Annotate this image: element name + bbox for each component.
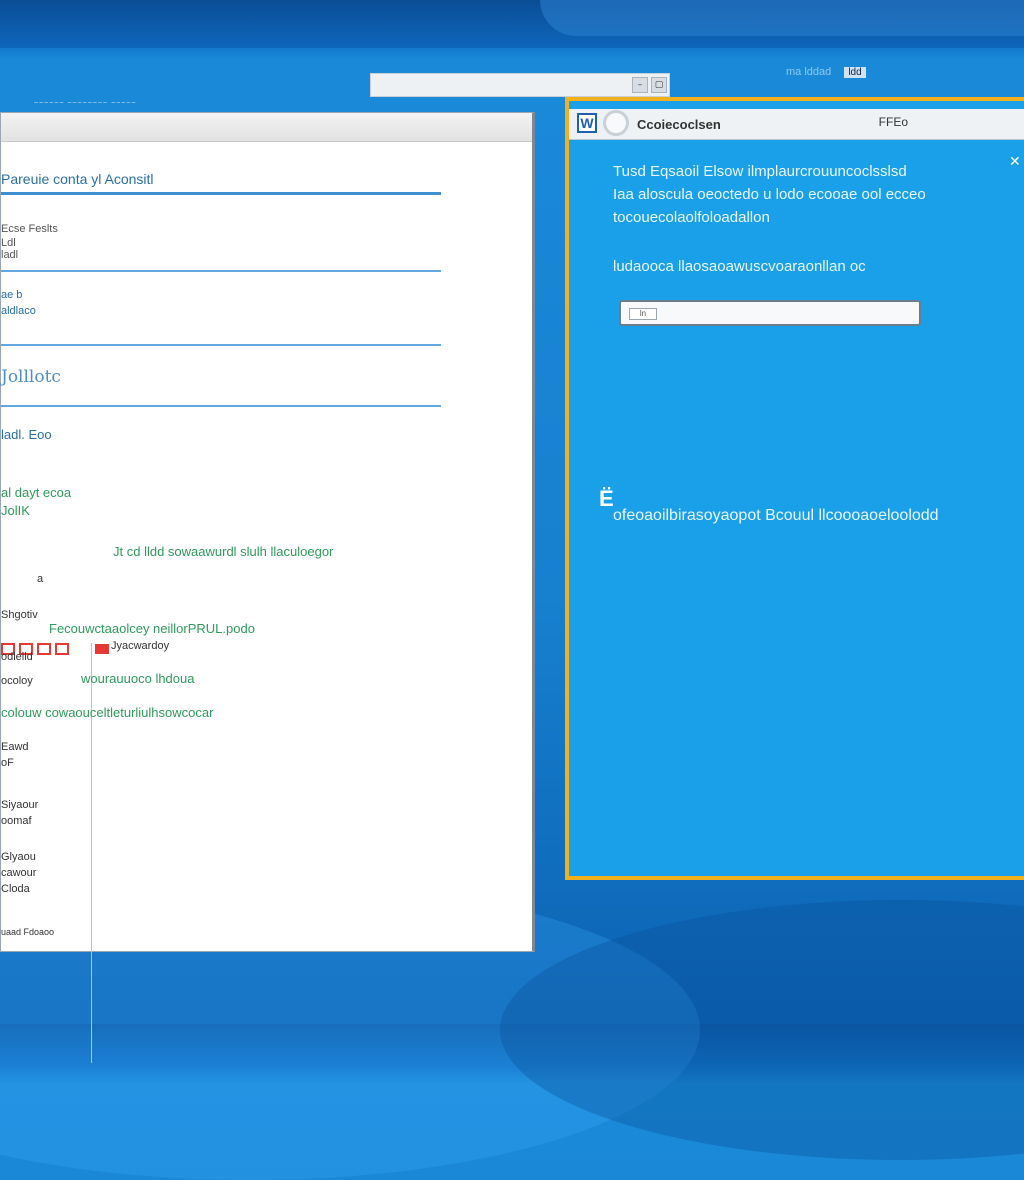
intro-text: Tusd Eqsaoil Elsow ilmplaurcrouuncoclssl… (613, 163, 907, 180)
field-label: ae b (1, 289, 23, 301)
intro-text: tocouecolaolfoloadallon (613, 209, 770, 226)
window-title: Ccoiecoclsen (637, 117, 721, 132)
active-tab-indicator (95, 644, 109, 654)
list-item-label: Shgotiv (1, 609, 38, 621)
left-document-window[interactable]: Pareuie conta yl Aconsitl Ecse Feslts Ld… (0, 112, 535, 1063)
footer-text: uaad Fdoaoo (1, 927, 55, 937)
app-icon: W (577, 113, 597, 133)
divider (1, 344, 441, 346)
divider (1, 405, 441, 407)
wallpaper-swoosh (540, 0, 1024, 36)
title-button[interactable]: FFEo (879, 115, 908, 129)
page-title: Pareuie conta yl Aconsitl (1, 171, 154, 187)
input-prompt: ludaooca llaosaoawuscvoaraonllan oc (613, 258, 866, 275)
list-item-label: oF (1, 757, 14, 769)
divider (1, 270, 441, 272)
input-icon: ln (629, 308, 657, 320)
sub-label: ladl. Eoo (1, 427, 52, 442)
close-icon[interactable]: ✕ (1009, 153, 1021, 170)
list-item[interactable]: colouw cowaouceltleturliulhsowcocar (1, 705, 213, 720)
list-item[interactable]: Fecouwctaaolcey neillorPRUL.podo (49, 621, 255, 636)
desktop-tiny-link[interactable]: ~~~~~~ ~~~~~~~~ ~~~~~ (34, 100, 137, 107)
action-link[interactable]: ofeoaoilbirasoyaopot Bcouul llcoooaoeloo… (613, 507, 939, 525)
list-item-label: Siyaour (1, 799, 39, 811)
field-value: ladl (1, 249, 19, 261)
list-item[interactable]: wourauuoco lhdoua (81, 671, 194, 686)
right-window-titlebar[interactable]: W Ccoiecoclsen FFEo (569, 109, 1024, 140)
divider (1, 192, 441, 195)
field-value[interactable]: aldlaco (1, 305, 36, 317)
desktop-status: ma lddad ldd (786, 66, 866, 78)
field-label: Ecse Feslts (1, 223, 58, 235)
link-icon[interactable]: Ë (599, 486, 614, 512)
search-icon[interactable] (603, 110, 629, 136)
maximize-button[interactable]: ▢ (651, 77, 667, 93)
right-dialog-window[interactable]: W Ccoiecoclsen FFEo ✕ Tusd Eqsaoil Elsow… (565, 97, 1024, 880)
list-item-label: Cloda (1, 883, 30, 895)
left-window-titlebar[interactable] (1, 113, 532, 142)
list-item-label: ocoloy (1, 675, 33, 687)
tab-label: Jyacwardoy (111, 640, 170, 652)
section-title: Jolllotc (1, 367, 61, 387)
intro-text: Iaa aloscula oeoctedo u lodo ecooae ool … (613, 186, 926, 203)
list-item-label: cawour (1, 867, 37, 879)
tab-4[interactable] (55, 643, 69, 655)
list-subtitle: JolIK (1, 503, 30, 518)
list-item-label: Glyaou (1, 851, 36, 863)
list-item-label: Eawd (1, 741, 29, 753)
status-text: ma lddad (786, 66, 832, 78)
tab-3[interactable] (37, 643, 51, 655)
list-item: a (37, 573, 44, 585)
list-item-label: oomaf (1, 815, 32, 827)
minimize-button[interactable]: – (632, 77, 648, 93)
floating-toolbar-strip[interactable]: – ▢ (370, 73, 670, 97)
field-value: Ldl (1, 237, 16, 249)
list-title: al dayt ecoa (1, 485, 72, 500)
list-item[interactable]: Jt cd lldd sowaawurdl slulh llaculoegor (113, 544, 333, 559)
list-item-label: odlelld (1, 651, 33, 663)
text-input[interactable]: ln (619, 300, 921, 326)
status-badge[interactable]: ldd (844, 67, 866, 78)
